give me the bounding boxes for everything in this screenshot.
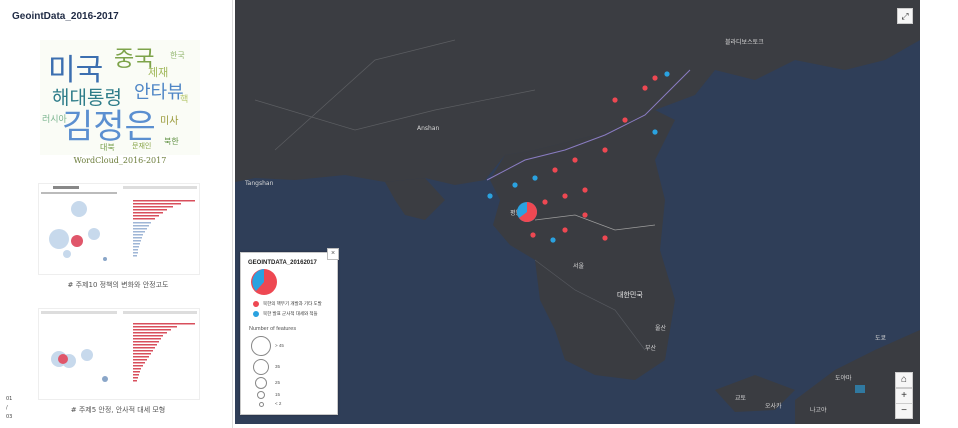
svg-text:안타뷰: 안타뷰 bbox=[134, 82, 184, 103]
size-label-3: 25 bbox=[275, 380, 281, 385]
legend-close-button[interactable]: × bbox=[327, 248, 339, 260]
map-label-toyama: 도야마 bbox=[835, 374, 852, 382]
legend-blue-dot bbox=[253, 311, 259, 317]
size-circle-4 bbox=[257, 391, 265, 399]
svg-text:문재인: 문재인 bbox=[132, 141, 151, 150]
wordcloud-caption: WordCloud_2016-2017 bbox=[73, 156, 167, 165]
svg-text:대북: 대북 bbox=[100, 143, 115, 152]
map-label-tokyo: 도쿄 bbox=[875, 335, 887, 342]
page-total-marker: 03 bbox=[6, 414, 13, 420]
map-label-busan: 부산 bbox=[645, 344, 657, 352]
topic-thumbnail-2[interactable] bbox=[38, 308, 200, 400]
page-separator: / bbox=[6, 405, 8, 411]
svg-text:김정은: 김정은 bbox=[62, 107, 156, 147]
size-circle-5 bbox=[259, 402, 264, 407]
map-marker bbox=[622, 117, 628, 123]
map-marker bbox=[652, 129, 658, 135]
pyongyang-pie-marker[interactable] bbox=[517, 202, 537, 223]
map-marker bbox=[612, 97, 618, 103]
map-label-kyoto: 교토 bbox=[735, 395, 747, 402]
story-sidebar: GeointData_2016-2017 미국 중국 해대통령 안타뷰 김정은 … bbox=[0, 0, 233, 428]
svg-text:한국: 한국 bbox=[170, 51, 185, 60]
zoom-out-button[interactable]: − bbox=[895, 403, 913, 419]
map-marker bbox=[602, 235, 608, 241]
svg-text:해대통령: 해대통령 bbox=[52, 87, 122, 109]
size-circle-2 bbox=[253, 359, 269, 375]
map-marker bbox=[562, 193, 568, 199]
map-marker bbox=[550, 237, 556, 243]
map-label-anshan: Anshan bbox=[417, 125, 440, 132]
map-marker bbox=[642, 85, 648, 91]
highlight-box bbox=[855, 385, 865, 393]
home-button[interactable]: ⌂ bbox=[895, 372, 913, 388]
app-title: GeointData_2016-2017 bbox=[12, 11, 119, 22]
size-label-2: 35 bbox=[275, 364, 281, 369]
map-marker bbox=[652, 75, 658, 81]
legend-item-2: 북한 발표 군사적 대세와 적들 bbox=[253, 311, 318, 317]
map-marker bbox=[572, 157, 578, 163]
fullscreen-button[interactable]: ⤢ bbox=[897, 8, 913, 24]
map-marker bbox=[552, 167, 558, 173]
thumbnail-1-caption: # 주제10 정책의 변화와 안정고도 bbox=[67, 281, 169, 289]
thumbnail-2-caption: # 주제5 안정, 안사적 대세 모형 bbox=[70, 406, 166, 414]
map-marker bbox=[582, 212, 588, 218]
legend-title: GEOINTDATA_20162017 bbox=[248, 260, 317, 266]
map-marker bbox=[487, 193, 493, 199]
legend-red-dot bbox=[253, 301, 259, 307]
map-label-seoul: 서울 bbox=[573, 262, 585, 270]
map-label-ulsan: 울산 bbox=[655, 324, 667, 332]
size-circle-3 bbox=[255, 377, 267, 389]
svg-text:미국: 미국 bbox=[48, 53, 103, 88]
map-marker bbox=[664, 71, 670, 77]
map-marker bbox=[530, 232, 536, 238]
svg-text:핵: 핵 bbox=[180, 93, 188, 105]
map-marker bbox=[582, 187, 588, 193]
map-marker bbox=[532, 175, 538, 181]
map-label-vladivostok: 블라디보스토크 bbox=[725, 38, 764, 46]
map-label-tangshan: Tangshan bbox=[244, 180, 274, 187]
map-marker bbox=[542, 199, 548, 205]
size-label-4: 15 bbox=[275, 392, 281, 397]
topic-thumbnail-1[interactable] bbox=[38, 183, 200, 275]
svg-text:미사: 미사 bbox=[160, 115, 178, 127]
svg-text:러시아: 러시아 bbox=[42, 114, 68, 125]
size-label-5: < 2 bbox=[275, 401, 282, 406]
map-marker bbox=[562, 227, 568, 233]
size-label-1: > 45 bbox=[275, 343, 284, 348]
map-marker bbox=[512, 182, 518, 188]
map-label-korea: 대한민국 bbox=[617, 290, 643, 299]
legend-number-label: Number of features bbox=[249, 326, 297, 332]
legend-item-1: 북한의 핵무기 개발과 기타 도발 bbox=[253, 301, 322, 307]
svg-text:제재: 제재 bbox=[148, 66, 168, 79]
map-label-osaka: 오사카 bbox=[765, 402, 782, 410]
wordcloud-image: 미국 중국 해대통령 안타뷰 김정은 제재 한국 미사 대북 러시아 북한 핵 … bbox=[40, 40, 200, 155]
svg-text:북한: 북한 bbox=[164, 137, 179, 146]
zoom-in-button[interactable]: + bbox=[895, 388, 913, 404]
map-label-nagoya: 나고야 bbox=[810, 406, 827, 414]
legend-panel: GEOINTDATA_20162017 북한의 핵무기 개발과 기타 도발 북한… bbox=[240, 252, 338, 415]
legend-pie-icon bbox=[251, 269, 277, 295]
size-circle-large bbox=[251, 336, 271, 356]
page-index-marker: 01 bbox=[6, 396, 13, 402]
map-marker bbox=[602, 147, 608, 153]
